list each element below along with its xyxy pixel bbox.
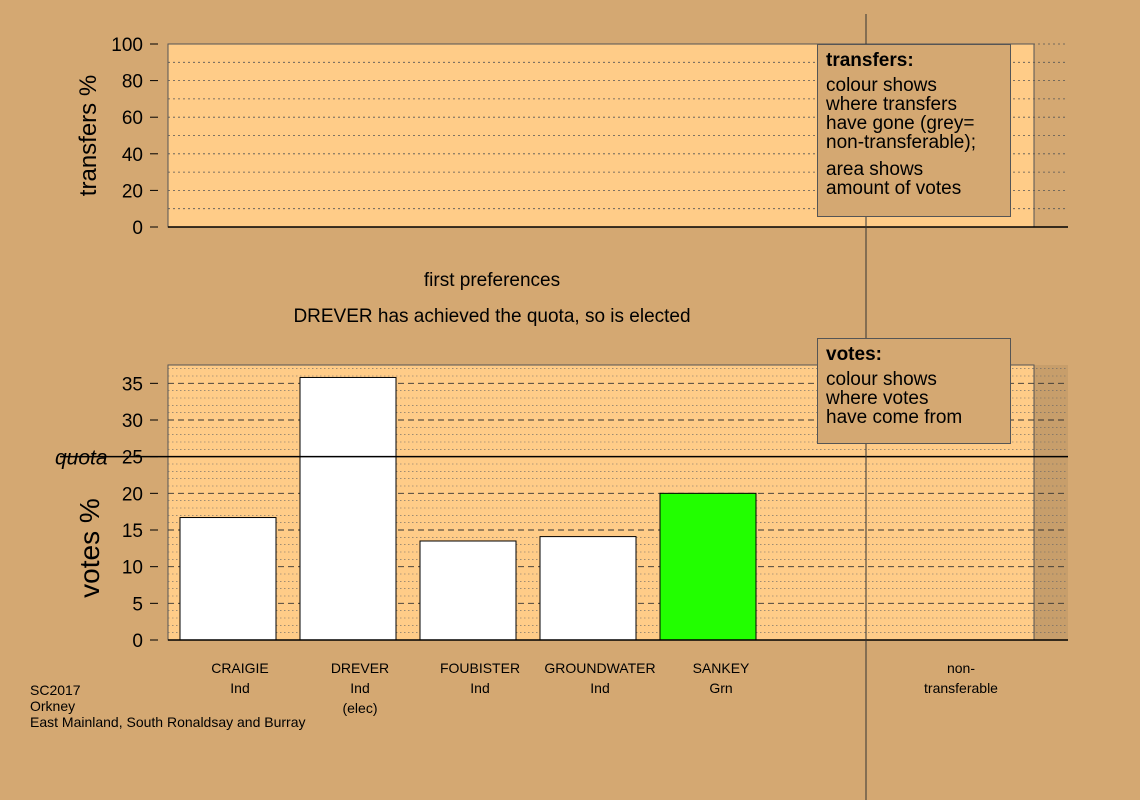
transfers-tick-label: 20	[122, 181, 143, 202]
vote-bar-sankey	[659, 492, 757, 641]
candidate-label-groundwater: GROUNDWATER Ind	[530, 658, 670, 698]
transfers-tick-label: 60	[122, 108, 143, 129]
candidate-label-foubister: FOUBISTER Ind	[410, 658, 550, 698]
candidate-label-sankey: SANKEY Grn	[651, 658, 791, 698]
candidate-party: Ind	[590, 680, 610, 696]
status-caption: DREVER has achieved the quota, so is ele…	[293, 306, 691, 327]
candidate-note: (elec)	[342, 700, 378, 716]
votes-tick-label: 5	[132, 594, 143, 615]
transfers-tick-label: 100	[111, 35, 143, 56]
votes-legend-title: votes:	[826, 344, 882, 365]
nontransferable-label-line: non-	[946, 660, 976, 676]
transfers-legend-line: where transfers	[826, 94, 957, 115]
transfers-legend-line: amount of votes	[826, 178, 962, 199]
votes-axis-label: votes %	[74, 498, 105, 598]
votes-legend: votes: colour shows where votes have com…	[817, 338, 1011, 444]
votes-legend-line: where votes	[826, 388, 929, 409]
candidate-name: GROUNDWATER	[544, 660, 656, 676]
footer-election: SC2017	[30, 682, 81, 698]
candidate-name: CRAIGIE	[211, 660, 269, 676]
vote-bar-drever	[299, 376, 397, 641]
chart-stage: 0 20 40 60 80 100 transfers % quota 0 5 10 15 20 25 30…	[0, 0, 1140, 800]
footer-council: Orkney	[30, 698, 76, 714]
votes-tick-label: 20	[122, 484, 143, 505]
transfers-legend-line: area shows	[826, 159, 924, 180]
vote-bar-foubister	[419, 540, 517, 641]
votes-tick-label: 35	[122, 374, 143, 395]
transfers-legend-title: transfers:	[826, 50, 914, 71]
votes-tick-label: 0	[132, 631, 143, 652]
transfers-tick-label: 80	[122, 72, 143, 93]
votes-overflow-shade	[1034, 365, 1068, 640]
candidate-label-drever: DREVER Ind (elec)	[290, 658, 430, 718]
transfers-legend-line: non-transferable);	[826, 132, 976, 153]
votes-tick-label: 30	[122, 411, 143, 432]
election-footer: SC2017 Orkney East Mainland, South Ronal…	[30, 682, 306, 730]
transfers-tick-label: 40	[122, 145, 143, 166]
candidate-name: DREVER	[330, 660, 390, 676]
vote-bar-groundwater	[539, 536, 637, 641]
candidate-party: Ind	[350, 680, 370, 696]
nontransferable-label: non- transferable	[891, 658, 1031, 698]
transfers-legend-line: colour shows	[826, 75, 937, 96]
candidate-name: FOUBISTER	[439, 660, 521, 676]
votes-tick-label: 25	[122, 448, 143, 469]
votes-legend-line: have come from	[826, 407, 963, 428]
stage-caption: first preferences	[423, 270, 561, 291]
candidate-party: Grn	[709, 680, 733, 696]
transfers-tick-label: 0	[132, 218, 143, 239]
transfers-axis-label: transfers %	[75, 75, 102, 196]
votes-tick-label: 10	[122, 558, 143, 579]
footer-ward: East Mainland, South Ronaldsay and Burra…	[30, 714, 306, 730]
vote-bar-craigie	[179, 517, 277, 641]
transfers-legend: transfers: colour shows where transfers …	[817, 44, 1011, 217]
quota-label: quota	[55, 447, 108, 470]
votes-tick-label: 15	[122, 521, 143, 542]
transfers-legend-line: have gone (grey=	[826, 113, 975, 134]
votes-legend-line: colour shows	[826, 369, 937, 390]
nontransferable-label-line: transferable	[924, 680, 998, 696]
candidate-name: SANKEY	[692, 660, 750, 676]
candidate-party: Ind	[470, 680, 490, 696]
